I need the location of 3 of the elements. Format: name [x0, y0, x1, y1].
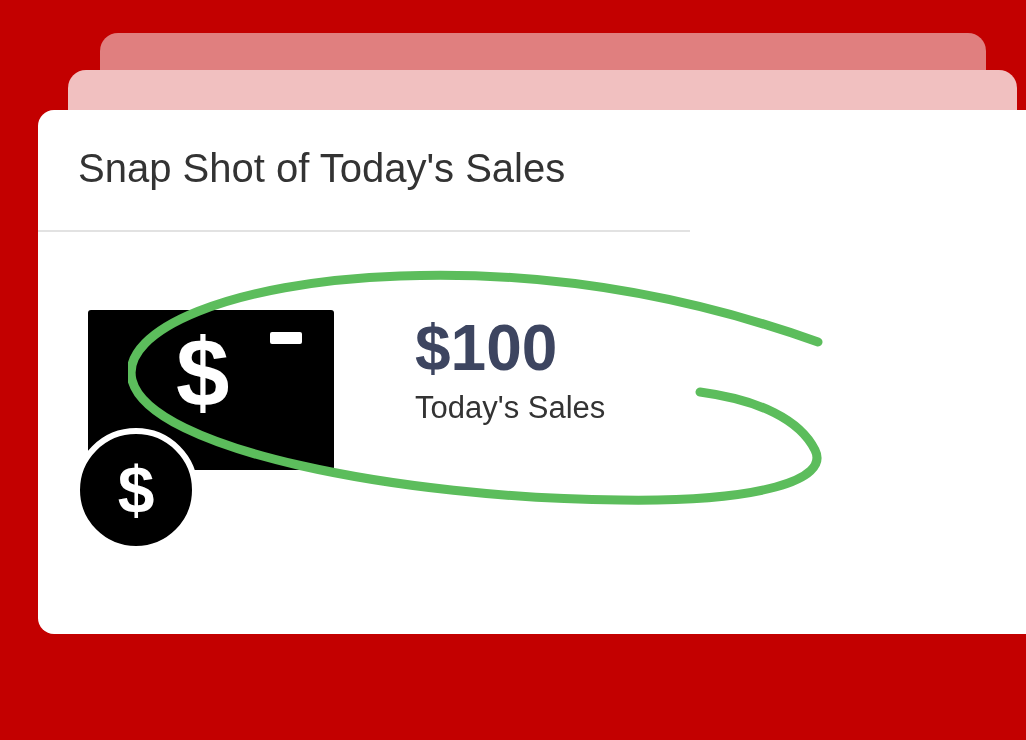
sales-amount: $100: [415, 312, 559, 384]
card-title: Snap Shot of Today's Sales: [78, 145, 567, 192]
sales-caption: Today's Sales: [415, 389, 606, 427]
